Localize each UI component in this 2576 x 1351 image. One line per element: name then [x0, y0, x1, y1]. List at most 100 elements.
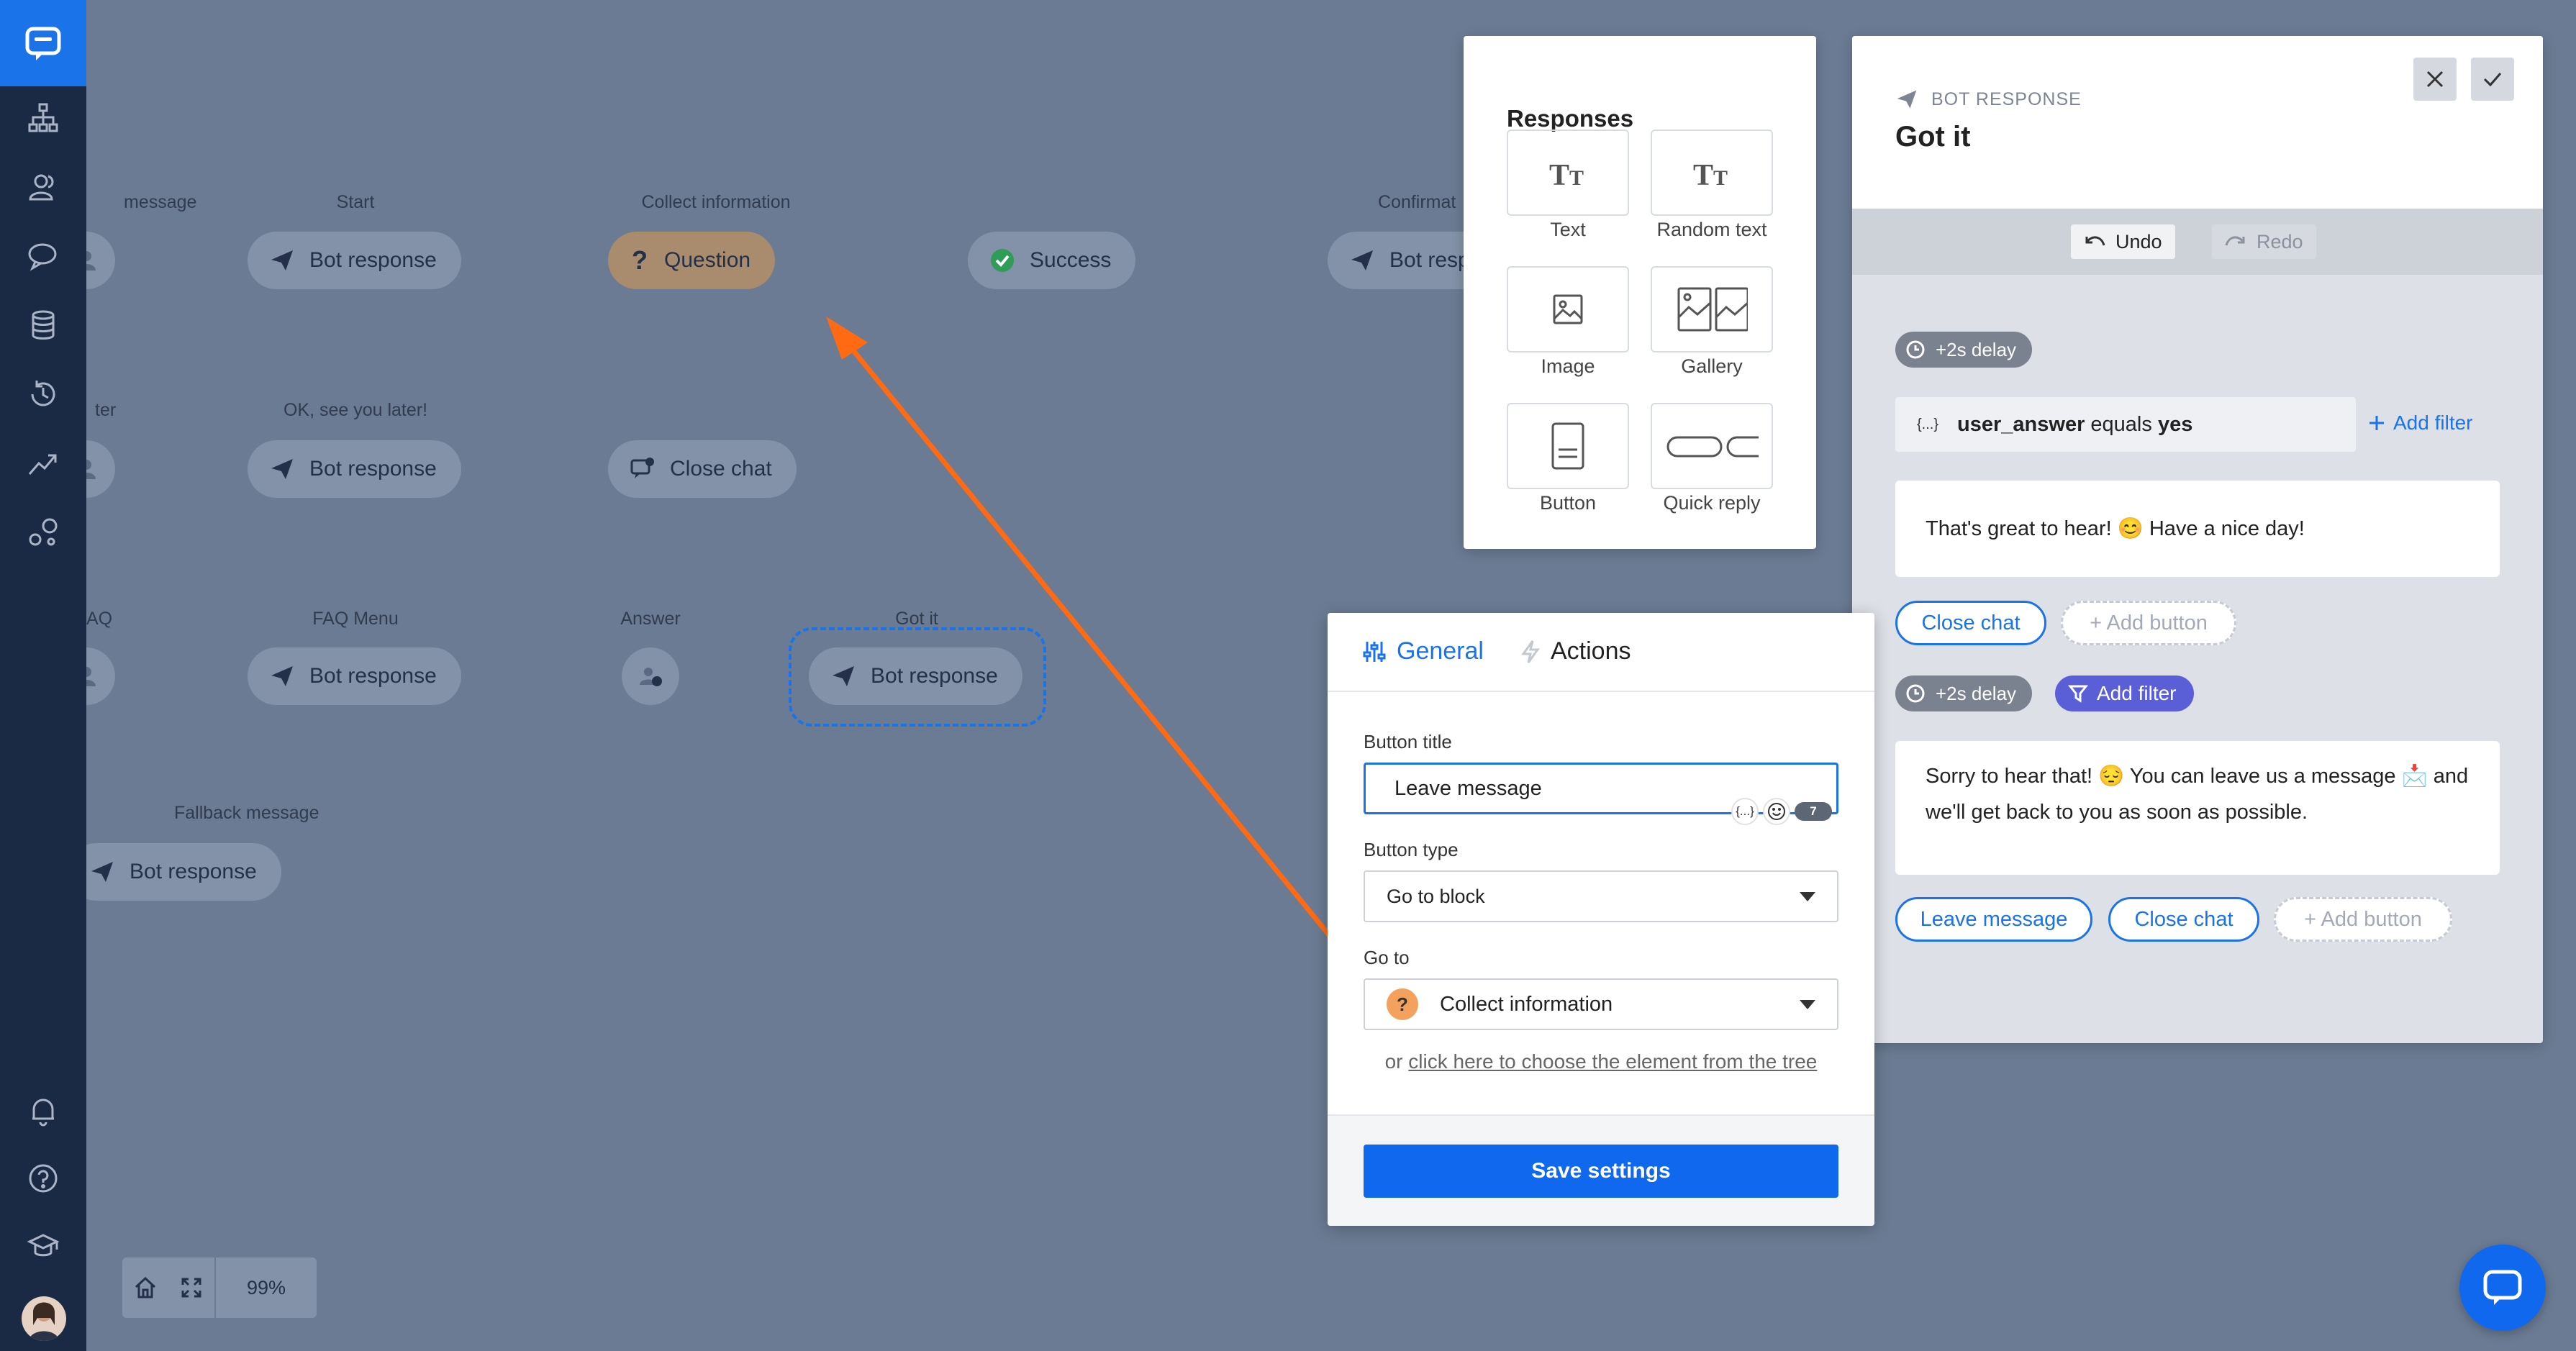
history-icon[interactable]: [22, 373, 65, 416]
send-icon: [91, 862, 113, 882]
canvas-node-success[interactable]: Success: [968, 232, 1136, 289]
svg-text:T: T: [1549, 159, 1569, 191]
undo-icon: [2085, 236, 2105, 246]
delay-badge[interactable]: +2s delay: [1895, 332, 2033, 368]
support-chat-button[interactable]: [2459, 1245, 2546, 1331]
node-title: Bot response: [130, 860, 257, 883]
delay-text: +2s delay: [1936, 682, 2017, 704]
tab-general-label: General: [1397, 637, 1484, 665]
close-icon: [2426, 70, 2444, 88]
node-label: FAQ Menu: [312, 609, 399, 629]
canvas-node-question[interactable]: ? Question: [608, 232, 776, 289]
canvas-node-answer[interactable]: [622, 647, 679, 705]
chat-bubble-icon: [2483, 1270, 2522, 1305]
confirm-panel-button[interactable]: [2471, 58, 2514, 101]
image-icon: [1553, 294, 1583, 324]
add-filter-pill[interactable]: Add filter: [2055, 676, 2194, 711]
canvas-node-fallback[interactable]: Bot response: [86, 843, 281, 901]
button-type-select[interactable]: Go to block: [1364, 870, 1838, 922]
chevron-down-icon: [1800, 1000, 1815, 1009]
panel-title: Got it: [1895, 121, 1971, 153]
emoji-button[interactable]: [1763, 798, 1790, 825]
canvas-node-user[interactable]: [86, 647, 115, 705]
send-icon: [271, 250, 293, 270]
node-title: Bot response: [871, 664, 998, 688]
clock-icon: [1906, 684, 1925, 703]
goto-select[interactable]: ? Collect information: [1364, 978, 1838, 1030]
node-title: Question: [664, 248, 751, 272]
bell-icon[interactable]: [22, 1089, 65, 1132]
button-type-label: Button type: [1364, 839, 1459, 860]
response-tile-gallery[interactable]: [1651, 266, 1773, 352]
add-button[interactable]: + Add button: [2061, 601, 2236, 645]
variable-icon: {...}: [1917, 416, 1939, 432]
tab-general[interactable]: General: [1362, 637, 1484, 665]
tile-label: Random text: [1656, 219, 1767, 240]
add-filter-link[interactable]: Add filter: [2367, 411, 2473, 435]
undo-label: Undo: [2115, 230, 2162, 253]
button-title-value: Leave message: [1394, 776, 1542, 800]
canvas-node-close-chat[interactable]: Close chat: [608, 440, 797, 498]
integrations-icon[interactable]: [22, 511, 65, 554]
undo-button[interactable]: Undo: [2071, 224, 2175, 259]
canvas-node-got-it[interactable]: Bot response: [809, 647, 1022, 705]
canvas-node-faq-menu[interactable]: Bot response: [248, 647, 461, 705]
save-settings-button[interactable]: Save settings: [1364, 1145, 1838, 1198]
goto-value: Collect information: [1440, 992, 1613, 1016]
message-button-close-chat[interactable]: Close chat: [1895, 601, 2046, 645]
response-tile-image[interactable]: [1507, 266, 1629, 352]
message-card[interactable]: Sorry to hear that! 😔 You can leave us a…: [1895, 741, 2500, 875]
canvas-node-user[interactable]: [86, 440, 115, 498]
node-label: Confirmat: [1378, 192, 1456, 212]
avatar[interactable]: [22, 1296, 66, 1341]
users-icon[interactable]: [22, 165, 65, 209]
send-icon: [271, 459, 293, 479]
fit-screen-icon[interactable]: [168, 1257, 214, 1318]
sitemap-icon[interactable]: [22, 96, 65, 140]
choose-from-tree-link[interactable]: click here to choose the element from th…: [1408, 1050, 1817, 1073]
add-button[interactable]: + Add button: [2274, 897, 2452, 942]
response-tile-quick-reply[interactable]: [1651, 403, 1773, 489]
analytics-icon[interactable]: [22, 442, 65, 485]
redo-icon: [2225, 236, 2245, 246]
node-label: Start: [336, 192, 375, 212]
message-button-leave-message[interactable]: Leave message: [1895, 897, 2092, 942]
tab-actions[interactable]: Actions: [1520, 637, 1631, 665]
response-tile-button[interactable]: [1507, 403, 1629, 489]
delay-badge[interactable]: +2s delay: [1895, 676, 2033, 711]
help-icon[interactable]: [22, 1157, 65, 1200]
response-tile-text[interactable]: TT: [1507, 129, 1629, 216]
chats-icon[interactable]: [22, 235, 65, 278]
message-card[interactable]: That's great to hear! 😊 Have a nice day!: [1895, 481, 2500, 577]
popup-footer: Save settings: [1328, 1114, 1874, 1226]
close-panel-button[interactable]: [2413, 58, 2457, 101]
send-icon: [1897, 90, 1917, 109]
chevron-down-icon: [1800, 892, 1815, 901]
check-icon: [2483, 73, 2502, 87]
filter-icon: [2068, 685, 2088, 703]
variable-insert-button[interactable]: {...}: [1731, 798, 1759, 825]
filter-condition[interactable]: {...} user_answer equals yes: [1895, 397, 2356, 452]
svg-text:T: T: [1569, 166, 1584, 190]
database-icon[interactable]: [22, 304, 65, 347]
chat-logo-icon: [25, 27, 61, 60]
tile-label: Image: [1541, 355, 1595, 377]
node-label: AQ: [86, 609, 113, 629]
home-icon[interactable]: [122, 1257, 168, 1318]
gallery-icon: [1677, 287, 1748, 332]
undo-redo-bar: Undo Redo: [1852, 209, 2543, 275]
tab-actions-label: Actions: [1551, 637, 1631, 665]
app-logo[interactable]: [0, 0, 86, 86]
add-filter-label: Add filter: [2393, 411, 2473, 434]
canvas-node-start[interactable]: Bot response: [248, 232, 461, 289]
academy-icon[interactable]: [22, 1224, 65, 1268]
message-button-close-chat[interactable]: Close chat: [2108, 897, 2259, 942]
response-tile-random-text[interactable]: TT: [1651, 129, 1773, 216]
canvas-node-ok[interactable]: Bot response: [248, 440, 461, 498]
choose-from-tree-hint: or click here to choose the element from…: [1364, 1050, 1838, 1073]
svg-text:T: T: [1693, 159, 1713, 191]
redo-button[interactable]: Redo: [2212, 224, 2316, 259]
button-title-input[interactable]: Leave message {...} 7: [1364, 763, 1838, 825]
canvas-node-user[interactable]: [86, 232, 115, 289]
popup-tabs: General Actions: [1328, 613, 1874, 692]
